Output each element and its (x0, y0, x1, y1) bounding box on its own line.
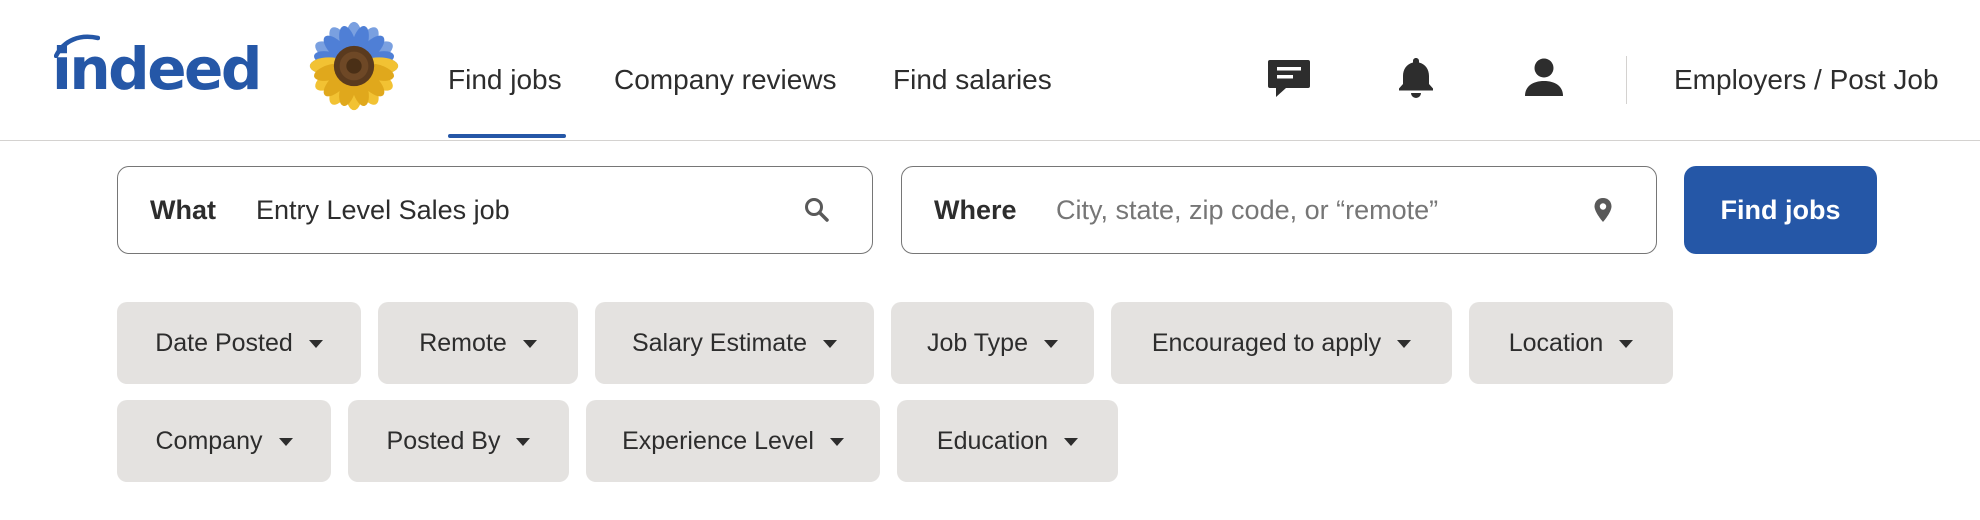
caret-down-icon (278, 438, 293, 446)
caret-down-icon (1044, 340, 1058, 348)
filter-job-type[interactable]: Job Type (891, 302, 1094, 384)
location-pin-icon (1594, 198, 1612, 222)
header-divider (1626, 56, 1627, 104)
what-search-box[interactable]: What (117, 166, 873, 254)
filter-experience-level[interactable]: Experience Level (586, 400, 880, 482)
filter-label: Date Posted (155, 328, 293, 357)
nav-find-jobs[interactable]: Find jobs (448, 58, 562, 102)
notifications-bell-icon[interactable] (1393, 54, 1439, 100)
filter-label: Salary Estimate (631, 328, 808, 357)
account-person-icon[interactable] (1521, 54, 1567, 100)
caret-down-icon (522, 340, 537, 348)
caret-down-icon (308, 340, 323, 348)
what-input[interactable] (256, 189, 796, 231)
filter-location[interactable]: Location (1469, 302, 1673, 384)
find-jobs-button[interactable]: Find jobs (1684, 166, 1877, 254)
caret-down-icon (829, 438, 844, 446)
filter-salary-estimate[interactable]: Salary Estimate (595, 302, 874, 384)
caret-down-icon (1064, 438, 1079, 446)
filter-company[interactable]: Company (117, 400, 331, 482)
filter-label: Remote (419, 328, 507, 357)
nav-active-indicator (448, 134, 566, 138)
filter-remote[interactable]: Remote (378, 302, 578, 384)
where-label: Where (934, 195, 1017, 225)
caret-down-icon (1397, 340, 1412, 348)
filter-label: Education (936, 426, 1049, 455)
filter-encouraged-to-apply[interactable]: Encouraged to apply (1111, 302, 1452, 384)
caret-down-icon (516, 438, 531, 446)
indeed-logo[interactable]: indeed (52, 34, 262, 104)
sunflower-icon (309, 21, 399, 111)
nav-find-salaries[interactable]: Find salaries (893, 58, 1052, 102)
filter-label: Job Type (926, 328, 1028, 357)
employers-post-job-link[interactable]: Employers / Post Job (1674, 58, 1939, 102)
filter-label: Experience Level (622, 426, 814, 455)
where-input[interactable] (1056, 189, 1576, 231)
filter-education[interactable]: Education (897, 400, 1118, 482)
what-label: What (150, 195, 216, 225)
messages-icon[interactable] (1266, 54, 1312, 100)
top-navigation-bar: indeed Find jobs Company reviews Find sa… (0, 0, 1980, 141)
filter-label: Posted By (386, 426, 501, 455)
caret-down-icon (1619, 340, 1634, 348)
filter-label: Location (1508, 328, 1604, 357)
filter-posted-by[interactable]: Posted By (348, 400, 569, 482)
filter-label: Company (155, 426, 263, 455)
filter-label: Encouraged to apply (1151, 328, 1382, 357)
search-magnifier-icon (805, 198, 829, 222)
nav-company-reviews[interactable]: Company reviews (614, 58, 837, 102)
filter-date-posted[interactable]: Date Posted (117, 302, 361, 384)
where-search-box[interactable]: Where (901, 166, 1657, 254)
caret-down-icon (823, 340, 838, 348)
